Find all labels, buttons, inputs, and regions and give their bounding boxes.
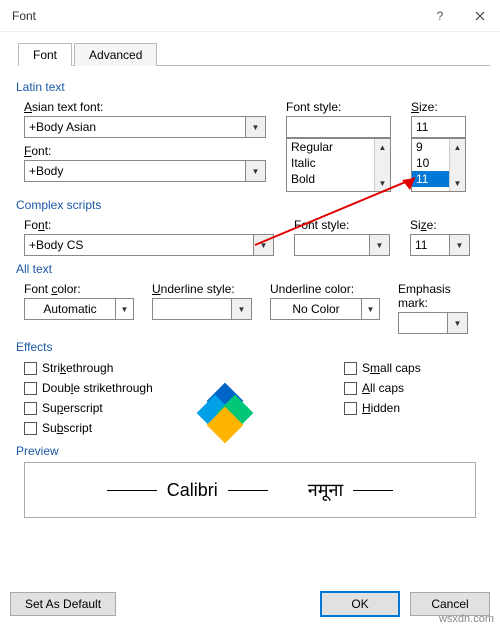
superscript-checkbox[interactable]: Superscript	[24, 401, 324, 415]
cs-font-label: Font:	[24, 218, 274, 232]
font-style-input[interactable]	[286, 116, 391, 138]
tab-advanced[interactable]: Advanced	[74, 43, 157, 66]
chevron-down-icon: ▼	[115, 299, 133, 319]
tab-strip: Font Advanced	[18, 42, 490, 66]
font-color-value: Automatic	[25, 302, 115, 316]
small-caps-checkbox[interactable]: Small caps	[344, 361, 421, 375]
scrollbar[interactable]: ▲ ▼	[449, 139, 465, 191]
preview-line-icon	[107, 490, 157, 491]
size-list[interactable]: 9 10 11 ▲ ▼	[411, 138, 466, 192]
preview-heading: Preview	[16, 444, 484, 458]
chevron-down-icon: ▼	[361, 299, 379, 319]
cs-style-label: Font style:	[294, 218, 390, 232]
cs-size-select[interactable]: 11 ▼	[410, 234, 470, 256]
font-select[interactable]: +Body ▼	[24, 160, 266, 182]
underline-style-value	[152, 298, 232, 320]
complex-heading: Complex scripts	[16, 198, 484, 212]
preview-sample-b: नमूना	[308, 478, 343, 502]
all-caps-checkbox[interactable]: All caps	[344, 381, 421, 395]
chevron-down-icon: ▼	[246, 160, 266, 182]
cs-style-value	[294, 234, 370, 256]
emphasis-value	[398, 312, 448, 334]
dialog-footer: Set As Default OK Cancel	[10, 591, 490, 617]
hidden-checkbox[interactable]: Hidden	[344, 401, 421, 415]
underline-color-value: No Color	[271, 302, 361, 316]
cs-font-select[interactable]: +Body CS ▼	[24, 234, 274, 256]
close-button[interactable]	[460, 0, 500, 32]
chevron-down-icon: ▼	[246, 116, 266, 138]
asian-font-label: AAsian text font:sian text font:	[24, 100, 266, 114]
latin-heading: Latin text	[16, 80, 484, 94]
underline-color-select[interactable]: No Color ▼	[270, 298, 380, 320]
strikethrough-checkbox[interactable]: Strikethrough	[24, 361, 324, 375]
font-style-list[interactable]: Regular Italic Bold ▲ ▼	[286, 138, 391, 192]
alltext-heading: All text	[16, 262, 484, 276]
preview-box: Calibri नमूना	[24, 462, 476, 518]
scrollbar[interactable]: ▲ ▼	[374, 139, 390, 191]
chevron-down-icon: ▼	[450, 234, 470, 256]
set-default-button[interactable]: Set As Default	[10, 592, 116, 616]
emphasis-select[interactable]: ▼	[398, 312, 468, 334]
cs-size-label: Size:	[410, 218, 470, 232]
tab-font[interactable]: Font	[18, 43, 72, 66]
window-title: Font	[12, 9, 420, 23]
scroll-up-icon: ▲	[375, 139, 390, 155]
cs-size-value: 11	[410, 234, 450, 256]
scroll-down-icon: ▼	[375, 175, 390, 191]
font-style-label: Font style:	[286, 100, 391, 114]
logo-icon	[200, 388, 250, 438]
close-icon	[475, 11, 485, 21]
help-button[interactable]: ?	[420, 0, 460, 32]
chevron-down-icon: ▼	[232, 298, 252, 320]
watermark: wsxdn.com	[439, 613, 494, 625]
underline-style-label: Underline style:	[152, 282, 252, 296]
scroll-up-icon: ▲	[450, 139, 465, 155]
subscript-checkbox[interactable]: Subscript	[24, 421, 324, 435]
preview-line-icon	[228, 490, 268, 491]
underline-style-select[interactable]: ▼	[152, 298, 252, 320]
chevron-down-icon: ▼	[254, 234, 274, 256]
preview-sample-a: Calibri	[167, 480, 218, 501]
font-label: Font:	[24, 144, 266, 158]
double-strikethrough-checkbox[interactable]: Double strikethrough	[24, 381, 324, 395]
size-label: Size:	[411, 100, 466, 114]
underline-color-label: Underline color:	[270, 282, 380, 296]
preview-line-icon	[353, 490, 393, 491]
size-input[interactable]	[411, 116, 466, 138]
effects-heading: Effects	[16, 340, 484, 354]
font-color-select[interactable]: Automatic ▼	[24, 298, 134, 320]
emphasis-label: Emphasis mark:	[398, 282, 468, 310]
chevron-down-icon: ▼	[448, 312, 468, 334]
cs-font-value: +Body CS	[24, 234, 254, 256]
titlebar: Font ?	[0, 0, 500, 32]
asian-font-value: +Body Asian	[24, 116, 246, 138]
chevron-down-icon: ▼	[370, 234, 390, 256]
font-value: +Body	[24, 160, 246, 182]
font-color-label: Font color:	[24, 282, 134, 296]
cs-style-select[interactable]: ▼	[294, 234, 390, 256]
scroll-down-icon: ▼	[450, 175, 465, 191]
asian-font-select[interactable]: +Body Asian ▼	[24, 116, 266, 138]
ok-button[interactable]: OK	[320, 591, 400, 617]
